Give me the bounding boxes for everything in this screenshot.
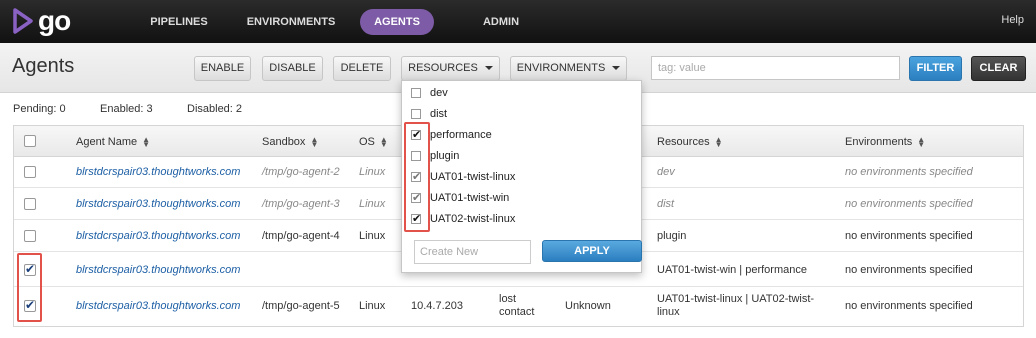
agent-name-link[interactable]: blrstdcrspair03.thoughtworks.com — [76, 230, 240, 242]
go-logo[interactable]: go — [12, 5, 71, 36]
agent-name-link[interactable]: blrstdcrspair03.thoughtworks.com — [76, 264, 240, 276]
resource-label: performance — [430, 129, 492, 141]
sandbox-cell: /tmp/go-agent-3 — [262, 198, 340, 210]
row-checkbox[interactable] — [24, 198, 36, 210]
environments-dropdown-button[interactable]: ENVIRONMENTS — [510, 56, 627, 81]
resource-option-dev[interactable]: dev — [402, 83, 642, 103]
free-space-cell: Unknown — [565, 300, 611, 312]
sort-icon: ▲ ▼ — [379, 135, 388, 150]
nav-environments[interactable]: ENVIRONMENTS — [236, 9, 346, 35]
os-cell: Linux — [359, 300, 386, 312]
status-cell: lost contact — [499, 293, 535, 318]
sandbox-cell: /tmp/go-agent-2 — [262, 166, 340, 178]
disabled-count: Disabled: 2 — [187, 103, 243, 115]
filter-button[interactable]: FILTER — [909, 56, 962, 81]
row-checkbox[interactable] — [24, 166, 36, 178]
delete-button[interactable]: DELETE — [333, 56, 391, 81]
top-nav: go PIPELINES ENVIRONMENTS AGENTS ADMIN H… — [0, 0, 1036, 43]
caret-down-icon — [612, 66, 621, 71]
col-agent-name-label: Agent Name — [76, 136, 138, 148]
col-environments[interactable]: Environments ▲ ▼ — [845, 135, 926, 150]
resource-option-uat01-twist-linux[interactable]: UAT01-twist-linux — [402, 167, 642, 187]
selection-highlight — [17, 253, 42, 322]
table-row[interactable]: blrstdcrspair03.thoughtworks.com /tmp/go… — [14, 287, 1023, 326]
resource-label: plugin — [430, 150, 460, 162]
tag-filter-input[interactable] — [651, 56, 900, 80]
resource-label: dist — [430, 108, 448, 120]
sandbox-cell: /tmp/go-agent-5 — [262, 300, 340, 312]
sort-icon: ▲ ▼ — [917, 135, 926, 150]
pending-count: Pending: 0 — [13, 103, 66, 115]
resources-button-label: RESOURCES — [408, 62, 478, 74]
caret-down-icon — [484, 66, 493, 71]
os-cell: Linux — [359, 230, 386, 242]
row-checkbox[interactable] — [24, 230, 36, 242]
col-os-label: OS — [359, 136, 375, 148]
os-cell: Linux — [359, 166, 386, 178]
enabled-count: Enabled: 3 — [100, 103, 153, 115]
nav-agents[interactable]: AGENTS — [360, 9, 434, 35]
col-os[interactable]: OS ▲ ▼ — [359, 135, 388, 150]
environments-cell: no environments specified — [845, 166, 973, 178]
page-title: Agents — [12, 55, 75, 77]
resource-option-plugin[interactable]: plugin — [402, 146, 642, 166]
agent-name-link[interactable]: blrstdcrspair03.thoughtworks.com — [76, 300, 240, 312]
sort-icon: ▲ ▼ — [310, 135, 319, 150]
apply-button[interactable]: APPLY — [542, 240, 642, 262]
nav-admin[interactable]: ADMIN — [470, 9, 532, 35]
help-link[interactable]: Help — [1001, 14, 1024, 26]
resources-cell: UAT01-twist-linux | UAT02-twist-linux — [657, 293, 815, 318]
resources-cell: UAT01-twist-win | performance — [657, 264, 807, 276]
col-resources-label: Resources — [657, 136, 710, 148]
col-sandbox-label: Sandbox — [262, 136, 306, 148]
resource-option-performance[interactable]: performance — [402, 125, 642, 145]
resource-label: dev — [430, 87, 448, 99]
sort-icon: ▲ ▼ — [714, 135, 723, 150]
resources-cell: dist — [657, 198, 675, 210]
environments-cell: no environments specified — [845, 264, 973, 276]
resource-option-uat02-twist-linux[interactable]: UAT02-twist-linux — [402, 209, 642, 229]
sort-icon: ▲ ▼ — [142, 135, 151, 150]
resources-dropdown-button[interactable]: RESOURCES — [401, 56, 500, 81]
clear-button[interactable]: CLEAR — [971, 56, 1026, 81]
resource-checkbox[interactable] — [411, 109, 421, 119]
col-sandbox[interactable]: Sandbox ▲ ▼ — [262, 135, 319, 150]
ip-cell: 10.4.7.203 — [411, 300, 463, 312]
resource-option-dist[interactable]: dist — [402, 104, 642, 124]
create-resource-input[interactable] — [414, 240, 531, 264]
agent-name-link[interactable]: blrstdcrspair03.thoughtworks.com — [76, 166, 240, 178]
os-cell: Linux — [359, 198, 386, 210]
sandbox-cell: /tmp/go-agent-4 — [262, 230, 340, 242]
dropdown-checkbox-highlight — [404, 122, 430, 232]
environments-cell: no environments specified — [845, 230, 973, 242]
resources-dropdown-panel: dev dist performance plugin UAT01-twist-… — [401, 80, 642, 273]
agent-name-link[interactable]: blrstdcrspair03.thoughtworks.com — [76, 198, 240, 210]
logo-text: go — [38, 5, 71, 36]
resources-cell: plugin — [657, 230, 687, 242]
resource-label: UAT01-twist-win — [430, 192, 510, 204]
environments-cell: no environments specified — [845, 198, 973, 210]
select-all-checkbox[interactable] — [24, 135, 36, 147]
nav-pipelines[interactable]: PIPELINES — [138, 9, 220, 35]
resource-option-uat01-twist-win[interactable]: UAT01-twist-win — [402, 188, 642, 208]
resources-cell: dev — [657, 166, 675, 178]
environments-button-label: ENVIRONMENTS — [516, 62, 606, 74]
enable-button[interactable]: ENABLE — [194, 56, 251, 81]
go-logo-icon — [13, 8, 33, 34]
disable-button[interactable]: DISABLE — [262, 56, 323, 81]
col-environments-label: Environments — [845, 136, 913, 148]
resource-label: UAT01-twist-linux — [430, 171, 516, 183]
environments-cell: no environments specified — [845, 300, 973, 312]
col-agent-name[interactable]: Agent Name ▲ ▼ — [76, 135, 151, 150]
resource-label: UAT02-twist-linux — [430, 213, 516, 225]
resource-checkbox[interactable] — [411, 88, 421, 98]
col-resources[interactable]: Resources ▲ ▼ — [657, 135, 723, 150]
